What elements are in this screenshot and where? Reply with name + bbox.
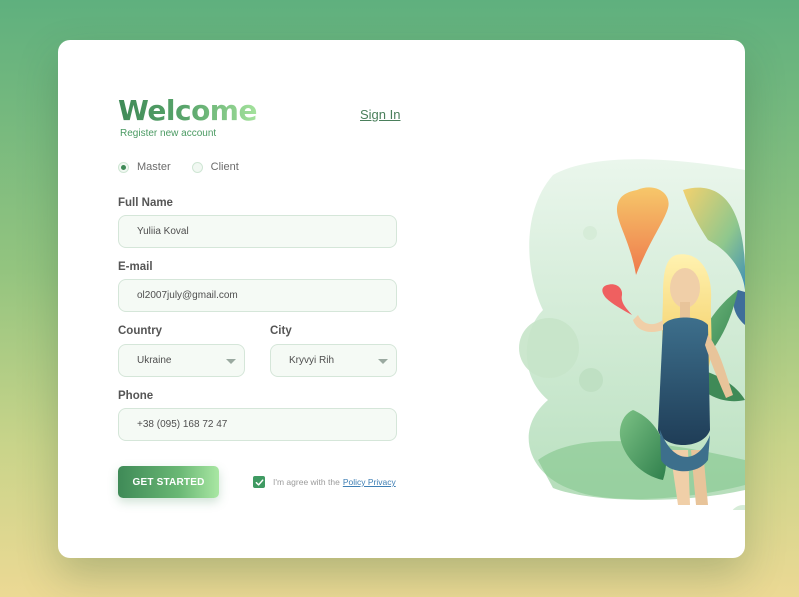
page-title: Welcome <box>118 94 257 127</box>
woman-with-plants-illustration <box>519 159 745 510</box>
radio-label-client: Client <box>210 161 239 173</box>
page-subtitle: Register new account <box>120 128 217 139</box>
city-label: City <box>270 325 292 337</box>
city-value: Kryvyi Rih <box>289 355 335 366</box>
full-name-field[interactable]: Yuliia Koval <box>118 215 397 248</box>
policy-privacy-link[interactable]: Policy Privacy <box>343 477 396 487</box>
country-label: Country <box>118 325 163 337</box>
checkmark-icon <box>255 478 263 486</box>
chevron-down-icon[interactable] <box>226 359 236 364</box>
agree-checkbox[interactable] <box>253 476 265 488</box>
registration-card: Welcome Register new account Sign In Mas… <box>58 40 745 558</box>
radio-label-master: Master <box>137 161 171 173</box>
chevron-down-icon[interactable] <box>378 359 388 364</box>
account-type-selector: Master Client <box>118 161 260 173</box>
agree-text: I'm agree with the <box>273 477 340 487</box>
email-label: E-mail <box>118 261 153 273</box>
radio-icon[interactable] <box>191 161 203 173</box>
email-field[interactable]: ol2007july@gmail.com <box>118 279 397 312</box>
radio-option-master[interactable]: Master <box>118 161 171 173</box>
sign-in-link[interactable]: Sign In <box>360 107 400 122</box>
get-started-button[interactable]: GET STARTED <box>118 466 219 498</box>
full-name-label: Full Name <box>118 197 173 209</box>
agree-terms: I'm agree with the Policy Privacy <box>253 476 396 488</box>
radio-selected-icon[interactable] <box>118 161 129 173</box>
phone-label: Phone <box>118 390 154 402</box>
radio-option-client[interactable]: Client <box>191 161 239 173</box>
city-select[interactable]: Kryvyi Rih <box>270 344 397 377</box>
country-value: Ukraine <box>137 355 172 366</box>
country-select[interactable]: Ukraine <box>118 344 245 377</box>
phone-field[interactable]: +38 (095) 168 72 47 <box>118 408 397 441</box>
